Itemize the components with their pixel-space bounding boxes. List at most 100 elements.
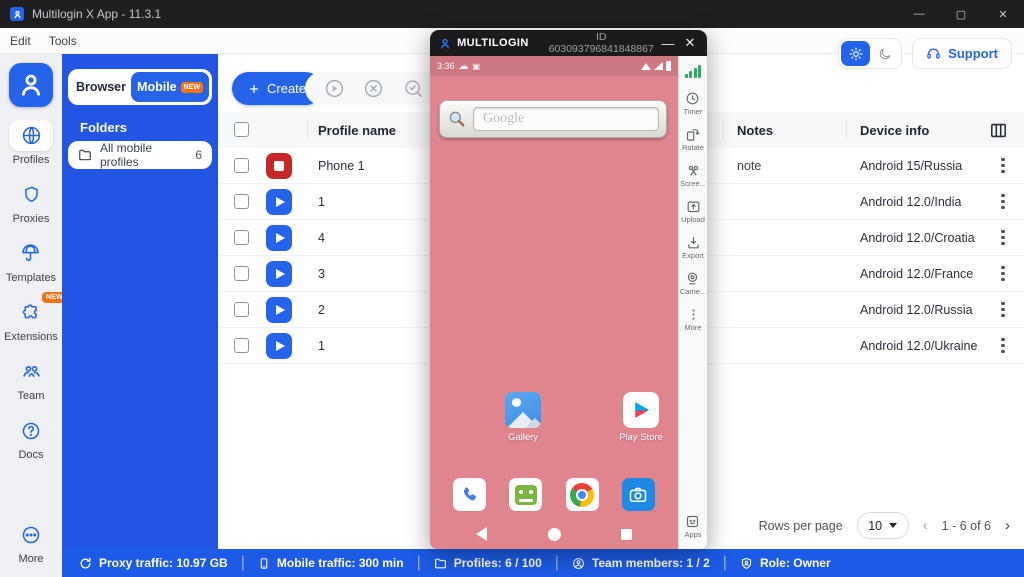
- sidebar-item-docs[interactable]: Docs: [9, 415, 53, 461]
- start-profile-button[interactable]: [266, 189, 292, 215]
- apps-box-icon: [685, 514, 700, 529]
- sidebar-item-extensions[interactable]: NEW Extensions: [4, 297, 58, 343]
- chrome-app-icon[interactable]: [566, 478, 599, 511]
- upload-button[interactable]: Upload: [681, 199, 705, 224]
- profile-device-info: Android 15/Russia: [860, 159, 962, 173]
- phone-brand: MULTILOGIN: [457, 37, 529, 49]
- menu-tools[interactable]: Tools: [49, 34, 77, 48]
- profile-name: Phone 1: [318, 159, 365, 173]
- phone-minimize-button[interactable]: —: [660, 36, 676, 51]
- next-page-button[interactable]: ›: [1005, 517, 1010, 534]
- recents-nav-icon[interactable]: [621, 529, 632, 540]
- pagination: Rows per page 10 ‹ 1 - 6 of 6 ›: [759, 512, 1010, 539]
- home-nav-icon[interactable]: [548, 528, 561, 541]
- folder-icon: [434, 557, 447, 570]
- row-checkbox[interactable]: [234, 230, 249, 245]
- role-status: Role: Owner: [740, 556, 831, 570]
- sidebar-item-profiles[interactable]: Profiles: [9, 120, 53, 166]
- header-right: Support: [838, 38, 1012, 69]
- moon-icon: [878, 47, 892, 61]
- more-options-button[interactable]: More: [684, 307, 701, 332]
- row-menu-icon[interactable]: [994, 265, 1012, 283]
- menu-edit[interactable]: Edit: [10, 34, 31, 48]
- camera-toggle-button[interactable]: Came...: [680, 271, 706, 296]
- row-checkbox[interactable]: [234, 194, 249, 209]
- row-menu-icon[interactable]: [994, 157, 1012, 175]
- chevron-down-icon: [889, 523, 897, 528]
- multilogin-logo-icon: [439, 36, 451, 51]
- column-notes[interactable]: Notes: [737, 123, 773, 138]
- row-checkbox[interactable]: [234, 158, 249, 173]
- export-button[interactable]: Export: [682, 235, 704, 260]
- apps-button[interactable]: Apps: [684, 514, 701, 539]
- android-screen[interactable]: 3:36 ☁ ▣ Google: [430, 56, 678, 549]
- more-circle-icon: [9, 519, 53, 550]
- status-divider: |: [241, 554, 245, 572]
- page-size-select[interactable]: 10: [857, 512, 909, 539]
- sidebar-item-proxies[interactable]: Proxies: [9, 179, 53, 225]
- profile-device-info: Android 12.0/Ukraine: [860, 339, 977, 353]
- start-profiles-icon[interactable]: [324, 78, 345, 99]
- check-search-icon[interactable]: [403, 78, 424, 99]
- row-menu-icon[interactable]: [994, 229, 1012, 247]
- folder-all-mobile-profiles[interactable]: All mobile profiles 6: [68, 141, 212, 169]
- support-button[interactable]: Support: [912, 38, 1012, 69]
- folder-count: 6: [195, 148, 202, 162]
- cell-signal-icon: [654, 62, 663, 70]
- column-device-info[interactable]: Device info: [860, 123, 929, 138]
- camera-app-icon[interactable]: [622, 478, 655, 511]
- timer-button[interactable]: Timer: [684, 91, 703, 116]
- start-profile-button[interactable]: [266, 333, 292, 359]
- tab-mobile[interactable]: Mobile NEW: [131, 72, 209, 102]
- dark-theme-button[interactable]: [870, 41, 899, 66]
- sync-icon: [79, 557, 92, 570]
- gallery-app[interactable]: Gallery: [494, 392, 552, 443]
- stop-profiles-icon[interactable]: [363, 78, 384, 99]
- screenshot-button[interactable]: Scree...: [680, 163, 706, 188]
- rotate-button[interactable]: Rotate: [682, 127, 704, 152]
- phone-close-button[interactable]: ✕: [682, 35, 698, 51]
- folder-name: All mobile profiles: [100, 141, 187, 169]
- maximize-window-button[interactable]: ▢: [940, 0, 982, 28]
- light-theme-button[interactable]: [841, 41, 870, 66]
- profiles-count-status: Profiles: 6 / 100: [434, 556, 542, 570]
- column-settings-icon[interactable]: [989, 121, 1008, 140]
- stop-profile-button[interactable]: [266, 153, 292, 179]
- sidebar-item-more[interactable]: More: [9, 519, 53, 565]
- row-menu-icon[interactable]: [994, 301, 1012, 319]
- row-checkbox[interactable]: [234, 302, 249, 317]
- back-nav-icon[interactable]: [476, 527, 487, 541]
- play-store-app[interactable]: Play Store: [612, 392, 670, 443]
- tab-browser[interactable]: Browser: [71, 80, 131, 94]
- close-window-button[interactable]: ✕: [982, 0, 1024, 28]
- magnifier-icon: [447, 109, 467, 129]
- rows-per-page-label: Rows per page: [759, 519, 843, 533]
- select-all-checkbox[interactable]: [234, 122, 249, 137]
- start-profile-button[interactable]: [266, 261, 292, 287]
- sidebar-item-label: Team: [18, 390, 45, 402]
- status-divider: |: [555, 554, 559, 572]
- shield-icon: [9, 179, 53, 210]
- clock-icon: [685, 91, 700, 106]
- start-profile-button[interactable]: [266, 225, 292, 251]
- notification-sim-icon: ▣: [473, 62, 481, 71]
- minimize-window-button[interactable]: —: [898, 0, 940, 28]
- prev-page-button[interactable]: ‹: [923, 517, 928, 534]
- row-checkbox[interactable]: [234, 266, 249, 281]
- phone-window-titlebar[interactable]: MULTILOGIN ID 603093796841848867 — ✕: [430, 30, 707, 56]
- sidebar-item-templates[interactable]: Templates: [6, 238, 56, 284]
- row-checkbox[interactable]: [234, 338, 249, 353]
- phone-app-icon[interactable]: [453, 478, 486, 511]
- sun-icon: [849, 47, 863, 61]
- row-menu-icon[interactable]: [994, 193, 1012, 211]
- column-profile-name[interactable]: Profile name: [318, 123, 396, 138]
- google-search-widget[interactable]: Google: [439, 100, 667, 138]
- profile-name: 2: [318, 303, 325, 317]
- google-search-input[interactable]: Google: [473, 107, 659, 131]
- role-shield-icon: [740, 557, 753, 570]
- messages-app-icon[interactable]: [509, 478, 542, 511]
- start-profile-button[interactable]: [266, 297, 292, 323]
- sidebar-item-team[interactable]: Team: [9, 356, 53, 402]
- play-icon: [276, 233, 285, 243]
- row-menu-icon[interactable]: [994, 337, 1012, 355]
